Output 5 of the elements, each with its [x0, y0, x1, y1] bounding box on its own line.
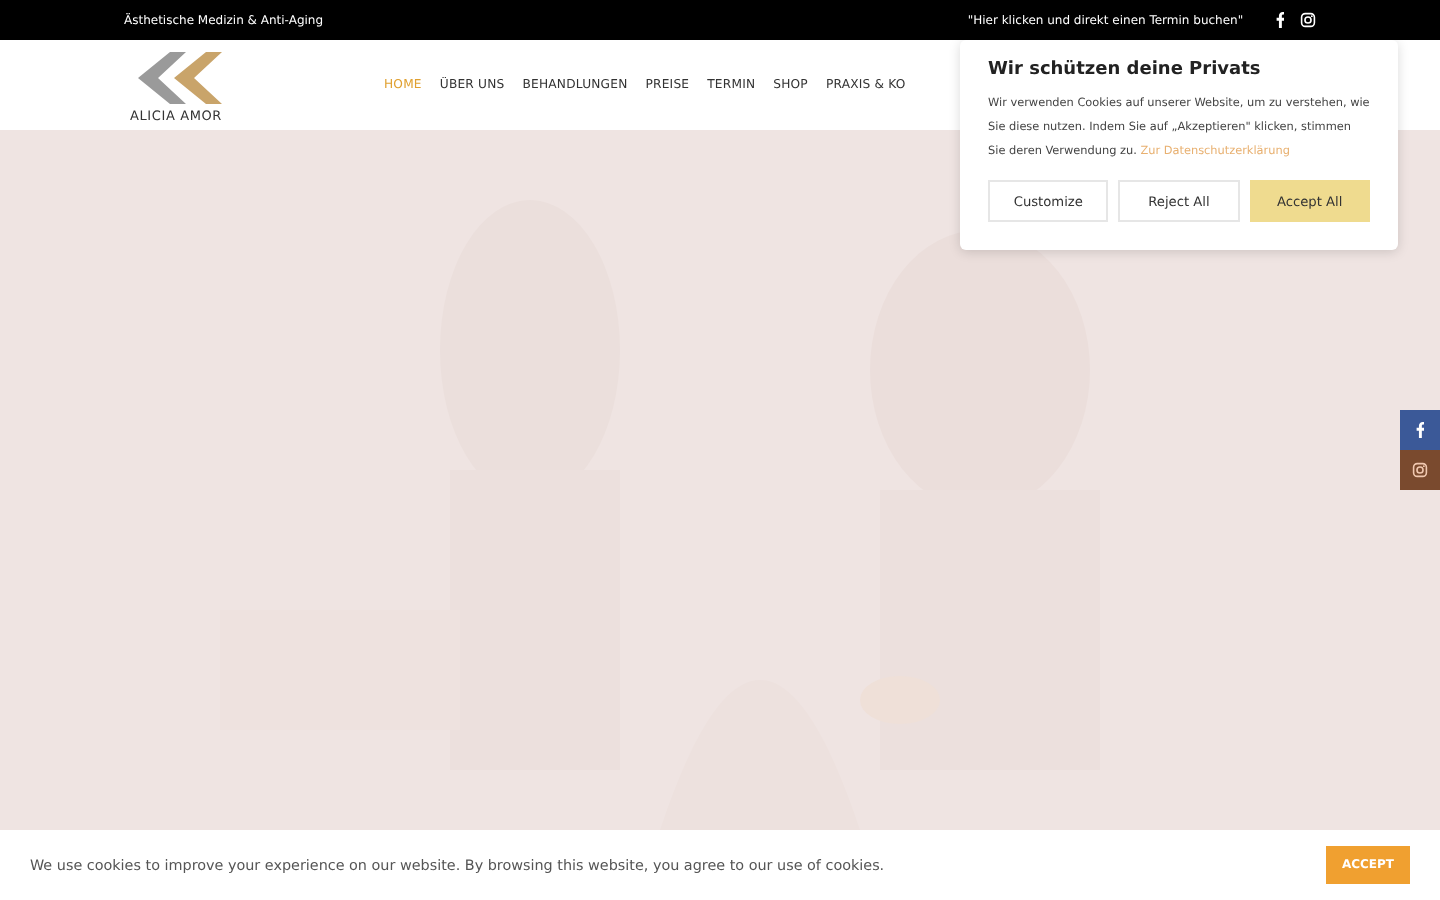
popup-title: Wir schützen deine Privats [988, 60, 1263, 80]
facebook-icon[interactable] [1415, 422, 1425, 438]
instagram-button[interactable] [1400, 450, 1440, 490]
facebook-button[interactable] [1400, 410, 1440, 450]
facebook-icon[interactable] [1275, 12, 1284, 28]
